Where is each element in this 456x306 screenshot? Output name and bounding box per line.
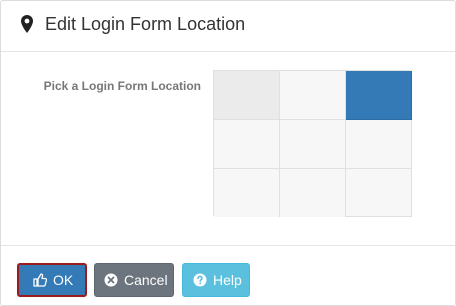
location-cell-middle-left[interactable] bbox=[214, 120, 280, 169]
help-button[interactable]: Help bbox=[182, 263, 250, 297]
map-marker-icon bbox=[21, 15, 33, 33]
cancel-button[interactable]: Cancel bbox=[94, 263, 174, 297]
dialog-body: Pick a Login Form Location bbox=[1, 52, 455, 245]
location-cell-top-left[interactable] bbox=[214, 71, 280, 120]
dialog-title: Edit Login Form Location bbox=[45, 14, 246, 34]
location-cell-middle-center[interactable] bbox=[280, 120, 346, 169]
location-cell-top-right[interactable] bbox=[346, 71, 412, 120]
location-cell-bottom-left[interactable] bbox=[214, 169, 280, 217]
location-grid bbox=[213, 70, 412, 217]
question-circle-icon bbox=[193, 273, 207, 287]
thumbs-up-icon bbox=[33, 273, 47, 287]
dialog-footer: OK Cancel Help bbox=[1, 245, 455, 306]
location-cell-top-center[interactable] bbox=[280, 71, 346, 120]
cancel-button-label: Cancel bbox=[124, 272, 168, 288]
times-circle-icon bbox=[104, 273, 118, 287]
location-picker-label: Pick a Login Form Location bbox=[43, 79, 201, 93]
dialog-header: Edit Login Form Location bbox=[1, 1, 455, 52]
location-cell-middle-right[interactable] bbox=[346, 120, 412, 169]
ok-button-label: OK bbox=[53, 272, 74, 288]
location-cell-bottom-center[interactable] bbox=[280, 169, 346, 217]
location-cell-bottom-right[interactable] bbox=[346, 169, 412, 217]
help-button-label: Help bbox=[213, 272, 242, 288]
edit-login-form-location-dialog: Edit Login Form Location Pick a Login Fo… bbox=[0, 0, 456, 306]
ok-button[interactable]: OK bbox=[17, 263, 87, 297]
